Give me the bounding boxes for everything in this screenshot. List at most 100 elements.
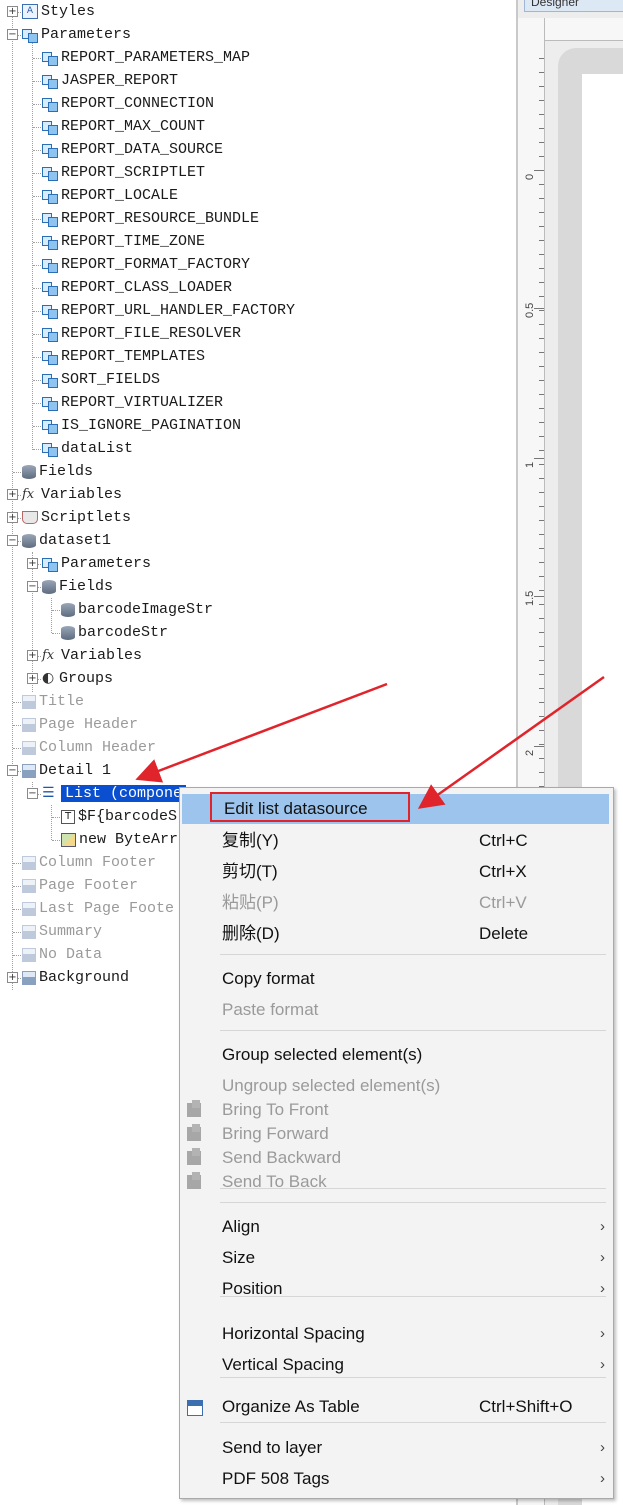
tree-item-variables[interactable]: fx Variables <box>22 483 122 506</box>
ruler-minor-tick <box>539 296 544 297</box>
parameter-icon <box>42 281 58 296</box>
tree-item-p9[interactable]: REPORT_TIME_ZONE <box>42 230 205 253</box>
menu-item-horizontal-spacing[interactable]: Horizontal Spacing › <box>180 1318 613 1349</box>
tree-item-page-header[interactable]: Page Header <box>22 713 138 736</box>
collapse-toggle-ds-fields[interactable]: − <box>27 581 38 592</box>
expand-toggle-ds-groups[interactable]: + <box>27 673 38 684</box>
tree-item-column-footer[interactable]: Column Footer <box>22 851 156 874</box>
tree-item-p13[interactable]: REPORT_FILE_RESOLVER <box>42 322 241 345</box>
parameter-icon <box>42 304 58 319</box>
menu-item-shortcut: Delete <box>479 924 529 943</box>
menu-item-item-1[interactable]: 复制(Y) Ctrl+C <box>180 825 613 856</box>
tab-designer[interactable]: Designer <box>524 0 623 12</box>
tree-item-p6[interactable]: REPORT_SCRIPTLET <box>42 161 205 184</box>
collapse-toggle-detail1[interactable]: − <box>7 765 18 776</box>
tree-item-p17[interactable]: IS_IGNORE_PAGINATION <box>42 414 241 437</box>
tree-item-label: REPORT_FILE_RESOLVER <box>61 325 242 342</box>
menu-item-pdf-508-tags[interactable]: PDF 508 Tags › <box>180 1463 613 1494</box>
expand-toggle-ds-params[interactable]: + <box>27 558 38 569</box>
tree-item-p10[interactable]: REPORT_FORMAT_FACTORY <box>42 253 250 276</box>
tree-item-ds-params[interactable]: Parameters <box>42 552 151 575</box>
tree-guide-line <box>13 909 21 910</box>
tree-item-parameters[interactable]: Parameters <box>22 23 131 46</box>
tree-item-dataset1[interactable]: dataset1 <box>22 529 111 552</box>
tree-guide-line <box>52 840 60 841</box>
tree-item-p8[interactable]: REPORT_RESOURCE_BUNDLE <box>42 207 259 230</box>
menu-item-group-selected-element[interactable]: Group selected element(s) <box>180 1039 613 1070</box>
expand-toggle-variables[interactable]: + <box>7 489 18 500</box>
tree-item-p14[interactable]: REPORT_TEMPLATES <box>42 345 205 368</box>
parameter-icon <box>42 442 58 457</box>
ruler-minor-tick <box>539 744 544 745</box>
tree-item-ds-groups[interactable]: ◐ Groups <box>42 667 113 690</box>
menu-item-vertical-spacing[interactable]: Vertical Spacing › <box>180 1349 613 1380</box>
database-icon <box>61 625 75 640</box>
tree-item-list[interactable]: ☰ List (compone <box>42 782 187 805</box>
tree-item-last-page-footer[interactable]: Last Page Foote <box>22 897 174 920</box>
tree-item-p16[interactable]: REPORT_VIRTUALIZER <box>42 391 223 414</box>
tree-item-p2[interactable]: JASPER_REPORT <box>42 69 178 92</box>
tree-item-summary[interactable]: Summary <box>22 920 102 943</box>
tree-item-label: REPORT_TIME_ZONE <box>61 233 206 250</box>
table-icon <box>187 1399 203 1416</box>
menu-item-copy-format[interactable]: Copy format <box>180 963 613 994</box>
menu-item-position[interactable]: Position › <box>180 1273 613 1304</box>
tree-item-no-data[interactable]: No Data <box>22 943 102 966</box>
tree-item-p15[interactable]: SORT_FIELDS <box>42 368 160 391</box>
parameter-icon <box>42 557 58 572</box>
menu-item-send-to-layer[interactable]: Send to layer › <box>180 1432 613 1463</box>
menu-item-item-2[interactable]: 剪切(T) Ctrl+X <box>180 856 613 887</box>
tree-item-p5[interactable]: REPORT_DATA_SOURCE <box>42 138 223 161</box>
image-icon <box>61 832 76 847</box>
tree-item-detail1[interactable]: Detail 1 <box>22 759 111 782</box>
tree-guide-line <box>33 196 41 197</box>
tree-item-label: Page Header <box>39 716 139 733</box>
tree-guide-line <box>52 633 60 634</box>
tree-item-page-footer[interactable]: Page Footer <box>22 874 138 897</box>
menu-item-label: Copy format <box>222 969 315 988</box>
tree-item-column-header[interactable]: Column Header <box>22 736 156 759</box>
tree-item-p18[interactable]: dataList <box>42 437 133 460</box>
menu-item-align[interactable]: Align › <box>180 1211 613 1242</box>
parameter-icon <box>42 235 58 250</box>
ruler-minor-tick <box>539 618 544 619</box>
tree-item-p7[interactable]: REPORT_LOCALE <box>42 184 178 207</box>
tree-item-styles[interactable]: A Styles <box>22 0 95 23</box>
database-icon <box>22 533 36 548</box>
tree-item-ds-fields[interactable]: Fields <box>42 575 113 598</box>
menu-item-organize-as-table[interactable]: Organize As Table Ctrl+Shift+O <box>180 1391 613 1422</box>
tree-item-fields[interactable]: Fields <box>22 460 93 483</box>
tree-item-title[interactable]: Title <box>22 690 84 713</box>
tree-item-scriptlets[interactable]: Scriptlets <box>22 506 131 529</box>
ruler-minor-tick <box>539 114 544 115</box>
parameter-icon <box>42 189 58 204</box>
tree-guide-line <box>51 805 52 840</box>
tree-item-p12[interactable]: REPORT_URL_HANDLER_FACTORY <box>42 299 295 322</box>
expand-toggle-scriptlets[interactable]: + <box>7 512 18 523</box>
tree-item-p11[interactable]: REPORT_CLASS_LOADER <box>42 276 232 299</box>
tree-item-p3[interactable]: REPORT_CONNECTION <box>42 92 214 115</box>
expand-toggle-background[interactable]: + <box>7 972 18 983</box>
ruler-minor-tick <box>539 632 544 633</box>
tree-item-label: REPORT_PARAMETERS_MAP <box>61 49 251 66</box>
menu-item-label: 粘贴(P) <box>222 893 279 912</box>
tree-item-p4[interactable]: REPORT_MAX_COUNT <box>42 115 205 138</box>
tree-item-label: REPORT_FORMAT_FACTORY <box>61 256 251 273</box>
tree-item-p1[interactable]: REPORT_PARAMETERS_MAP <box>42 46 250 69</box>
tree-item-label: REPORT_TEMPLATES <box>61 348 206 365</box>
menu-item-size[interactable]: Size › <box>180 1242 613 1273</box>
ruler-minor-tick <box>539 520 544 521</box>
tree-item-ds-vars[interactable]: fx Variables <box>42 644 142 667</box>
collapse-toggle-parameters[interactable]: − <box>7 29 18 40</box>
tree-item-background[interactable]: Background <box>22 966 129 989</box>
expand-toggle-styles[interactable]: + <box>7 6 18 17</box>
tree-item-img[interactable]: new ByteArr <box>61 828 178 851</box>
tree-item-f2[interactable]: barcodeStr <box>61 621 168 644</box>
expand-toggle-ds-vars[interactable]: + <box>27 650 38 661</box>
tree-item-tf[interactable]: T $F{barcodeS <box>61 805 177 828</box>
menu-item-item-4[interactable]: 删除(D) Delete <box>180 918 613 949</box>
menu-item-label: Send to layer <box>222 1438 323 1457</box>
collapse-toggle-dataset1[interactable]: − <box>7 535 18 546</box>
tree-item-f1[interactable]: barcodeImageStr <box>61 598 213 621</box>
collapse-toggle-list[interactable]: − <box>27 788 38 799</box>
